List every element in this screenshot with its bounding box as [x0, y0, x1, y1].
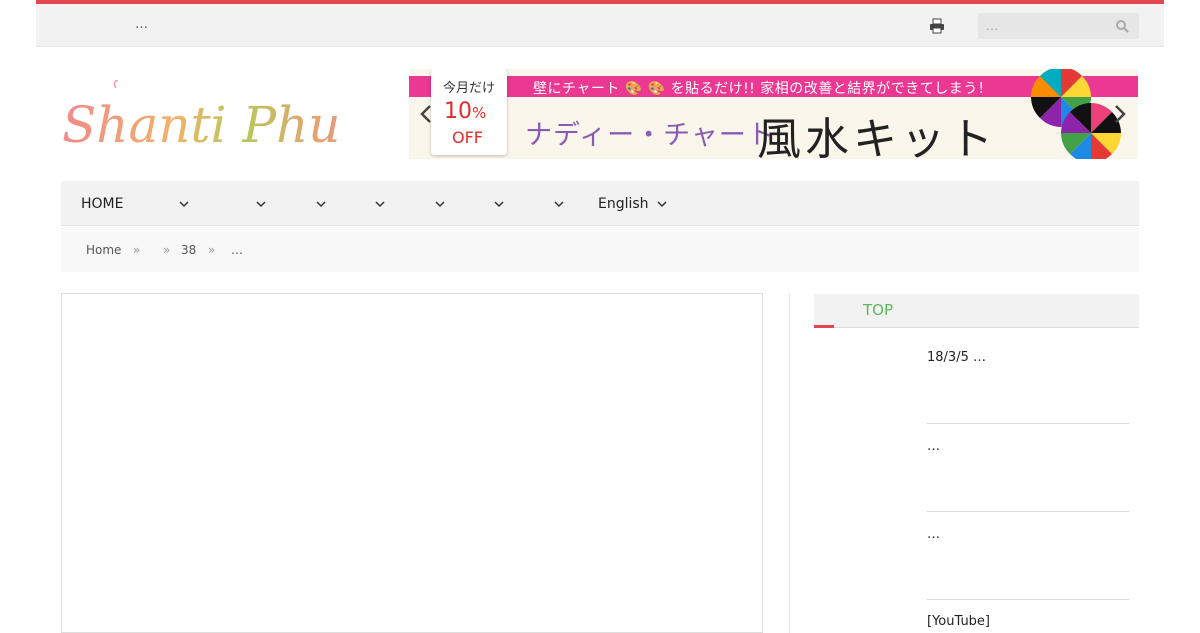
discount-tag: 今月だけ 10% OFF: [431, 69, 507, 155]
breadcrumb-level3[interactable]: 38: [181, 243, 196, 257]
nav-item-label: HOME: [81, 195, 124, 212]
breadcrumb-separator: »: [163, 243, 171, 257]
banner-pink-text: 壁にチャート 🎨 🎨 を貼るだけ!! 家相の改善と結界ができてしまう！: [533, 81, 993, 97]
chevron-down-icon: [179, 200, 189, 207]
nav-item[interactable]: [546, 181, 564, 226]
nav-item[interactable]: [308, 181, 326, 226]
sidebar-heading-label[interactable]: TOP: [863, 301, 893, 319]
search-box: [978, 13, 1139, 39]
sidebar-divider: [789, 293, 790, 633]
chevron-down-icon: [494, 200, 504, 207]
promo-banner[interactable]: 壁にチャート 🎨 🎨 を貼るだけ!! 家相の改善と結界ができてしまう！ ナディー…: [409, 69, 1138, 159]
site-logo[interactable]: Shanti Phula: [60, 80, 340, 155]
breadcrumb: Home » » 38 » …: [61, 227, 1139, 272]
chevron-down-icon: [256, 200, 266, 207]
breadcrumb-home[interactable]: Home: [86, 243, 121, 257]
banner-subtitle: ナディー・チャート: [525, 120, 775, 151]
sidebar-post[interactable]: …: [927, 527, 1129, 542]
breadcrumb-separator: »: [208, 243, 216, 257]
nav-item-english[interactable]: English: [598, 181, 667, 226]
nav-item-label: English: [598, 195, 649, 212]
sidebar-post[interactable]: [YouTube]: [927, 614, 1129, 629]
sidebar-post[interactable]: …: [927, 439, 1129, 454]
banner-next-arrow-icon[interactable]: [1109, 102, 1131, 126]
nav-item[interactable]: [171, 181, 189, 226]
chevron-down-icon: [375, 200, 385, 207]
nav-item-home[interactable]: HOME: [81, 181, 123, 226]
sidebar-post[interactable]: 18/3/5 …: [927, 350, 1129, 365]
page: … Shanti Phula 壁にチャ: [36, 0, 1164, 633]
discount-percent: 10%: [444, 99, 487, 124]
chevron-down-icon: [316, 200, 326, 207]
top-menu[interactable]: …: [135, 17, 148, 32]
breadcrumb-current: …: [231, 243, 243, 257]
search-icon[interactable]: [1115, 19, 1129, 33]
discount-off: OFF: [452, 128, 483, 147]
nav-item[interactable]: [248, 181, 266, 226]
print-icon[interactable]: [929, 18, 945, 34]
nav-item[interactable]: [367, 181, 385, 226]
banner-title: 風水キット: [757, 114, 997, 159]
divider: [927, 423, 1129, 424]
main-content: [61, 293, 763, 633]
nav-item[interactable]: [427, 181, 445, 226]
sidebar-heading-accent: [814, 325, 834, 328]
chevron-down-icon: [657, 200, 667, 207]
divider: [927, 599, 1129, 600]
chevron-down-icon: [554, 200, 564, 207]
main-nav: HOME English: [61, 181, 1139, 226]
top-bar: …: [36, 4, 1164, 47]
divider: [927, 511, 1129, 512]
nav-item[interactable]: [486, 181, 504, 226]
svg-text:Shanti Phula: Shanti Phula: [62, 96, 340, 154]
breadcrumb-separator: »: [133, 243, 141, 257]
sidebar-heading: TOP: [814, 294, 1139, 328]
discount-tag-label: 今月だけ: [443, 81, 496, 96]
search-input[interactable]: [978, 13, 1106, 39]
chevron-down-icon: [435, 200, 445, 207]
banner-prev-arrow-icon[interactable]: [415, 102, 437, 126]
